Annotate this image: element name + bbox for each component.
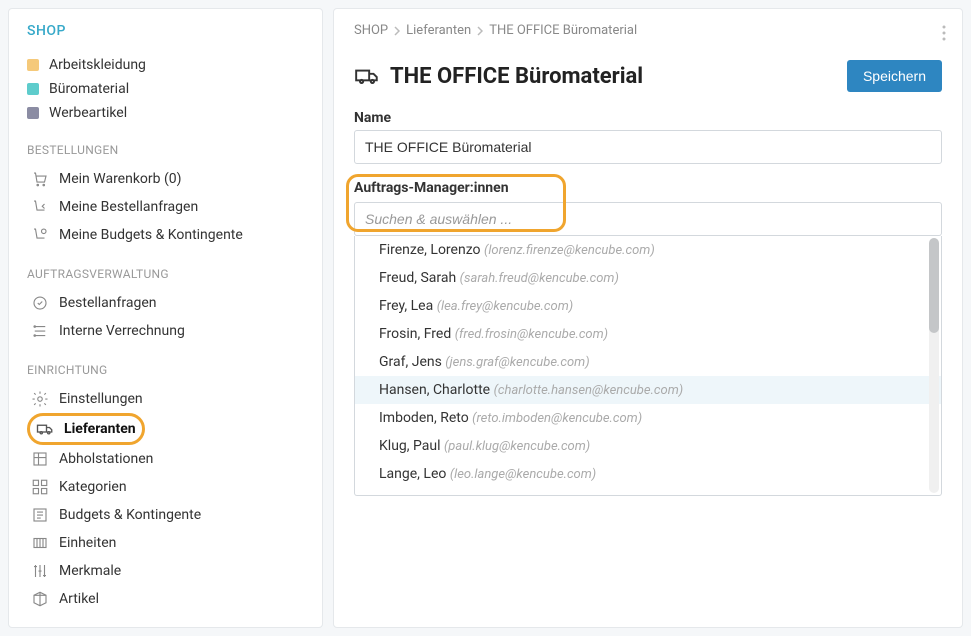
attributes-icon <box>31 562 49 580</box>
section-heading: BESTELLUNGEN <box>27 143 304 157</box>
section-heading: AUFTRAGSVERWALTUNG <box>27 267 304 281</box>
category-label: Werbeartikel <box>49 105 127 121</box>
chevron-right-icon <box>394 26 400 36</box>
nav-suppliers[interactable]: Lieferanten <box>36 418 136 440</box>
breadcrumb-item[interactable]: THE OFFICE Büromaterial <box>489 23 637 38</box>
nav-label: Budgets & Kontingente <box>59 507 201 523</box>
nav-my-budgets[interactable]: Meine Budgets & Kontingente <box>27 221 304 249</box>
nav-label: Kategorien <box>59 479 127 495</box>
nav-attributes[interactable]: Merkmale <box>27 557 304 585</box>
nav-label: Lieferanten <box>64 421 136 437</box>
save-button[interactable]: Speichern <box>847 60 942 92</box>
active-highlight: Lieferanten <box>27 413 145 445</box>
dropdown-option[interactable]: Hansen, Charlotte (charlotte.hansen@kenc… <box>355 376 941 404</box>
nav-label: Merkmale <box>59 563 121 579</box>
page-title: THE OFFICE Büromaterial <box>354 63 643 89</box>
chevron-right-icon <box>477 26 483 36</box>
nav-label: Meine Bestellanfragen <box>59 199 198 215</box>
units-icon <box>31 534 49 552</box>
kebab-menu[interactable] <box>942 25 946 41</box>
nav-label: Interne Verrechnung <box>59 323 185 339</box>
dropdown-option[interactable]: Frey, Lea (lea.frey@kencube.com) <box>355 292 941 320</box>
dropdown-option[interactable]: Freud, Sarah (sarah.freud@kencube.com) <box>355 264 941 292</box>
dropdown-option[interactable]: Graf, Jens (jens.graf@kencube.com) <box>355 348 941 376</box>
swatch-icon <box>27 59 39 71</box>
station-icon <box>31 450 49 468</box>
order-managers-label: Auftrags-Manager:innen <box>354 180 509 196</box>
article-icon <box>31 590 49 608</box>
category-item[interactable]: Werbeartikel <box>27 101 304 125</box>
billing-icon <box>31 322 49 340</box>
truck-icon <box>36 420 54 438</box>
order-managers-search-input[interactable] <box>354 202 942 236</box>
truck-icon <box>354 63 380 89</box>
order-managers-dropdown: Firenze, Lorenzo (lorenz.firenze@kencube… <box>354 236 942 496</box>
nav-units[interactable]: Einheiten <box>27 529 304 557</box>
gear-icon <box>31 390 49 408</box>
categories-icon <box>31 478 49 496</box>
dropdown-option[interactable]: Lange, Leo (leo.lange@kencube.com) <box>355 460 941 488</box>
nav-label: Mein Warenkorb (0) <box>59 171 182 187</box>
category-item[interactable]: Büromaterial <box>27 77 304 101</box>
dropdown-option[interactable]: Firenze, Lorenzo (lorenz.firenze@kencube… <box>355 236 941 264</box>
nav-label: Abholstationen <box>59 451 153 467</box>
nav-requests[interactable]: Bestellanfragen <box>27 289 304 317</box>
budget-icon <box>31 226 49 244</box>
nav-categories[interactable]: Kategorien <box>27 473 304 501</box>
scrollbar[interactable] <box>929 238 939 493</box>
nav-cart[interactable]: Mein Warenkorb (0) <box>27 165 304 193</box>
name-label: Name <box>354 110 942 126</box>
nav-articles[interactable]: Artikel <box>27 585 304 613</box>
breadcrumb: SHOP Lieferanten THE OFFICE Büromaterial <box>354 23 942 38</box>
budget-icon <box>31 506 49 524</box>
dropdown-option[interactable]: Imboden, Reto (reto.imboden@kencube.com) <box>355 404 941 432</box>
nav-my-requests[interactable]: Meine Bestellanfragen <box>27 193 304 221</box>
nav-label: Bestellanfragen <box>59 295 157 311</box>
sidebar: SHOP Arbeitskleidung Büromaterial Werbea… <box>8 8 323 628</box>
section-heading: EINRICHTUNG <box>27 363 304 377</box>
swatch-icon <box>27 83 39 95</box>
breadcrumb-item[interactable]: SHOP <box>354 23 388 38</box>
nav-pickup-stations[interactable]: Abholstationen <box>27 445 304 473</box>
dropdown-option[interactable]: Klug, Paul (paul.klug@kencube.com) <box>355 432 941 460</box>
name-input[interactable] <box>354 130 942 164</box>
dropdown-option[interactable]: Lindt, Urs (urs.lindt@kencube.com) <box>355 488 941 496</box>
shop-heading[interactable]: SHOP <box>27 23 304 39</box>
request-icon <box>31 198 49 216</box>
main-panel: SHOP Lieferanten THE OFFICE Büromaterial… <box>333 8 963 628</box>
nav-label: Einheiten <box>59 535 116 551</box>
breadcrumb-item[interactable]: Lieferanten <box>406 23 471 38</box>
request-icon <box>31 294 49 312</box>
dropdown-option[interactable]: Frosin, Fred (fred.frosin@kencube.com) <box>355 320 941 348</box>
nav-label: Artikel <box>59 591 99 607</box>
swatch-icon <box>27 107 39 119</box>
page-title-text: THE OFFICE Büromaterial <box>390 64 643 89</box>
nav-label: Meine Budgets & Kontingente <box>59 227 243 243</box>
nav-internal-billing[interactable]: Interne Verrechnung <box>27 317 304 345</box>
nav-settings[interactable]: Einstellungen <box>27 385 304 413</box>
nav-budgets[interactable]: Budgets & Kontingente <box>27 501 304 529</box>
category-label: Arbeitskleidung <box>49 57 146 73</box>
nav-label: Einstellungen <box>59 391 143 407</box>
category-label: Büromaterial <box>49 81 129 97</box>
scrollbar-thumb[interactable] <box>929 238 939 333</box>
category-item[interactable]: Arbeitskleidung <box>27 53 304 77</box>
cart-icon <box>31 170 49 188</box>
